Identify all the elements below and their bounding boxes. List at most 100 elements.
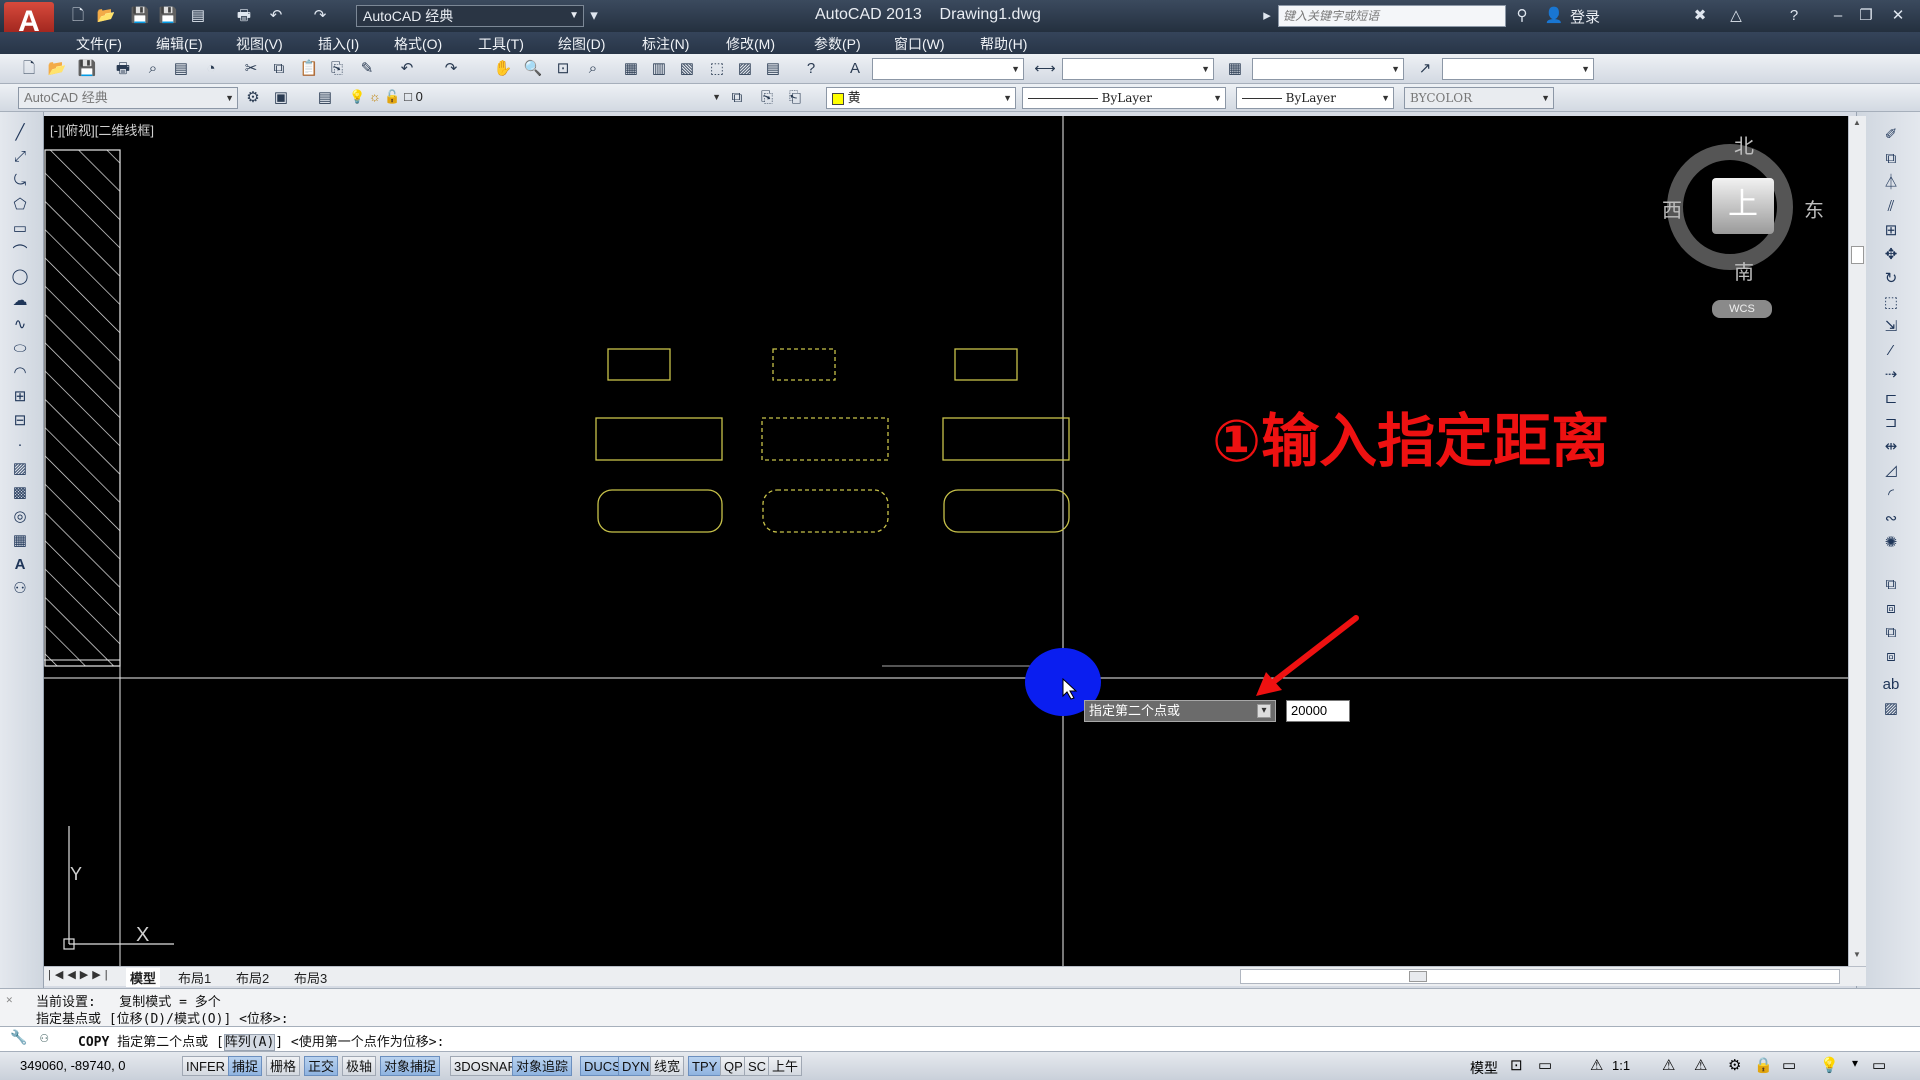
toggle-lineweight[interactable]: 线宽	[650, 1056, 685, 1076]
menu-format[interactable]: 格式(O)	[394, 34, 442, 54]
rotate-icon[interactable]: ↻	[1879, 268, 1903, 290]
tab-nav-icons[interactable]: |◀◀▶▶|	[48, 968, 112, 981]
gradient-icon[interactable]: ▩	[8, 482, 32, 504]
open-icon[interactable]: 📂	[46, 58, 68, 80]
tab-layout3[interactable]: 布局3	[294, 968, 327, 987]
lock-toolbar-icon[interactable]: 🔒	[1754, 1056, 1773, 1074]
clean-screen-icon[interactable]: ▭	[1872, 1056, 1886, 1074]
ellipse-icon[interactable]: ⬭	[8, 338, 32, 360]
dim-style-combo[interactable]: ▼	[1062, 58, 1214, 80]
menu-help[interactable]: 帮助(H)	[980, 34, 1027, 54]
hatch-icon[interactable]: ▨	[8, 458, 32, 480]
login-link[interactable]: 登录	[1570, 6, 1600, 27]
viewcube-top-face[interactable]: 上	[1712, 178, 1774, 234]
mirror-icon[interactable]: ⏃	[1879, 172, 1903, 194]
save-as-icon[interactable]: 💾	[158, 6, 178, 26]
chamfer-icon[interactable]: ◿	[1879, 460, 1903, 482]
toggle-qp[interactable]: QP	[720, 1056, 747, 1076]
circle-icon[interactable]: ◯	[8, 266, 32, 288]
close-icon[interactable]: ✕	[1888, 6, 1908, 26]
search-expand-icon[interactable]: ▸	[1262, 6, 1272, 26]
linetype-combo[interactable]: ByLayer ▼	[1022, 87, 1226, 109]
calculator-icon[interactable]: ▤	[762, 58, 784, 80]
menu-edit[interactable]: 编辑(E)	[156, 34, 203, 54]
command-option-array[interactable]: 阵列(A)	[223, 1034, 276, 1051]
help-icon[interactable]: ?	[1784, 6, 1804, 26]
toggle-infer[interactable]: INFER	[182, 1056, 229, 1076]
color-combo[interactable]: 黄 ▼	[826, 87, 1016, 109]
vscroll-thumb[interactable]	[1851, 246, 1864, 264]
layer-state-icon[interactable]: ⎗	[784, 87, 806, 109]
annotation-scale-value[interactable]: 1:1	[1612, 1058, 1630, 1073]
menu-view[interactable]: 视图(V)	[236, 34, 283, 54]
command-window-close-icon[interactable]: ✕	[6, 993, 13, 1006]
workspace-save-icon[interactable]: ▣	[270, 87, 292, 109]
draworder-front-icon[interactable]: ⧉	[1879, 574, 1903, 596]
tool-palettes-icon[interactable]: ▧	[676, 58, 698, 80]
join-icon[interactable]: ⇹	[1879, 436, 1903, 458]
plot-icon[interactable]: 🖶	[112, 58, 134, 80]
publish-icon[interactable]: ▤	[188, 6, 208, 26]
scale-icon[interactable]: ⬚	[1879, 292, 1903, 314]
hardware-accel-icon[interactable]: ▭	[1782, 1056, 1796, 1074]
multileader-style-icon[interactable]: ↗	[1414, 58, 1436, 80]
compass-west[interactable]: 西	[1662, 194, 1682, 223]
layer-manager-icon[interactable]: ▤	[314, 87, 336, 109]
spline-icon[interactable]: ∿	[8, 314, 32, 336]
match-properties-icon[interactable]: ⎘	[326, 58, 348, 80]
construction-line-icon[interactable]: ⤢	[8, 146, 32, 168]
status-menu-icon[interactable]: ▾	[1852, 1056, 1858, 1070]
menu-insert[interactable]: 插入(I)	[318, 34, 359, 54]
add-selected-icon[interactable]: ⚇	[8, 578, 32, 600]
zoom-previous-icon[interactable]: ⌕	[582, 58, 604, 80]
copy-object-icon[interactable]: ⧉	[1879, 148, 1903, 170]
coordinate-readout[interactable]: 349060, -89740, 0	[20, 1058, 126, 1073]
markup-icon[interactable]: ▨	[734, 58, 756, 80]
tab-layout2[interactable]: 布局2	[236, 968, 269, 987]
ellipse-arc-icon[interactable]: ◠	[8, 362, 32, 384]
exchange-icon[interactable]: ✖	[1690, 6, 1710, 26]
break-icon[interactable]: ⊐	[1879, 412, 1903, 434]
toggle-tpy[interactable]: TPY	[688, 1056, 722, 1076]
3d-dwf-icon[interactable]: ◔	[200, 58, 222, 80]
stretch-icon[interactable]: ⇲	[1879, 316, 1903, 338]
polygon-icon[interactable]: ⬠	[8, 194, 32, 216]
scroll-down-icon[interactable]: ▼	[1853, 950, 1861, 959]
toggle-grid[interactable]: 栅格	[266, 1056, 301, 1076]
quick-view-layouts-icon[interactable]: ⊡	[1510, 1056, 1523, 1074]
search-input[interactable]: 键入关键字或短语	[1278, 5, 1506, 27]
design-center-icon[interactable]: ▥	[648, 58, 670, 80]
dynamic-options-icon[interactable]: ▾	[1257, 704, 1271, 718]
make-block-icon[interactable]: ⊟	[8, 410, 32, 432]
polyline-icon[interactable]: ⤿	[8, 170, 32, 192]
new-icon[interactable]: 🗋	[18, 58, 40, 80]
annotation-visibility-icon[interactable]: ⚠	[1662, 1056, 1675, 1074]
blend-curves-icon[interactable]: ∾	[1879, 508, 1903, 530]
toggle-am[interactable]: 上午	[768, 1056, 803, 1076]
auto-scale-icon[interactable]: ⚠	[1694, 1056, 1707, 1074]
compass-south[interactable]: 南	[1734, 256, 1754, 285]
menu-draw[interactable]: 绘图(D)	[558, 34, 605, 54]
revision-cloud-icon[interactable]: ☁	[8, 290, 32, 312]
offset-icon[interactable]: ⫽	[1879, 196, 1903, 218]
dim-style-icon[interactable]: ⟷	[1034, 58, 1056, 80]
table-style-icon[interactable]: ▦	[1224, 58, 1246, 80]
plot-preview-icon[interactable]: ⌕	[142, 58, 164, 80]
menu-file[interactable]: 文件(F)	[76, 34, 122, 54]
pan-icon[interactable]: ✋	[492, 58, 514, 80]
dynamic-distance-input[interactable]: 20000	[1286, 700, 1350, 722]
wcs-menu-button[interactable]: WCS	[1712, 300, 1772, 318]
workspace-switch-icon[interactable]: ⚙	[1728, 1056, 1741, 1074]
zoom-realtime-icon[interactable]: 🔍	[522, 58, 544, 80]
toggle-polar[interactable]: 极轴	[342, 1056, 377, 1076]
hatch-back-icon[interactable]: ▨	[1879, 698, 1903, 720]
publish-icon[interactable]: ▤	[170, 58, 192, 80]
arc-icon[interactable]: ⌒	[8, 242, 32, 264]
model-space-label[interactable]: 模型	[1470, 1058, 1498, 1078]
array-icon[interactable]: ⊞	[1879, 220, 1903, 242]
help-icon[interactable]: ?	[800, 58, 822, 80]
command-line[interactable]: 🔧 ⚇ COPY 指定第二个点或 [阵列(A)] <使用第一个点作为位移>:	[0, 1026, 1920, 1052]
break-at-point-icon[interactable]: ⊏	[1879, 388, 1903, 410]
minimize-icon[interactable]: –	[1828, 6, 1848, 26]
save-icon[interactable]: 💾	[76, 58, 98, 80]
